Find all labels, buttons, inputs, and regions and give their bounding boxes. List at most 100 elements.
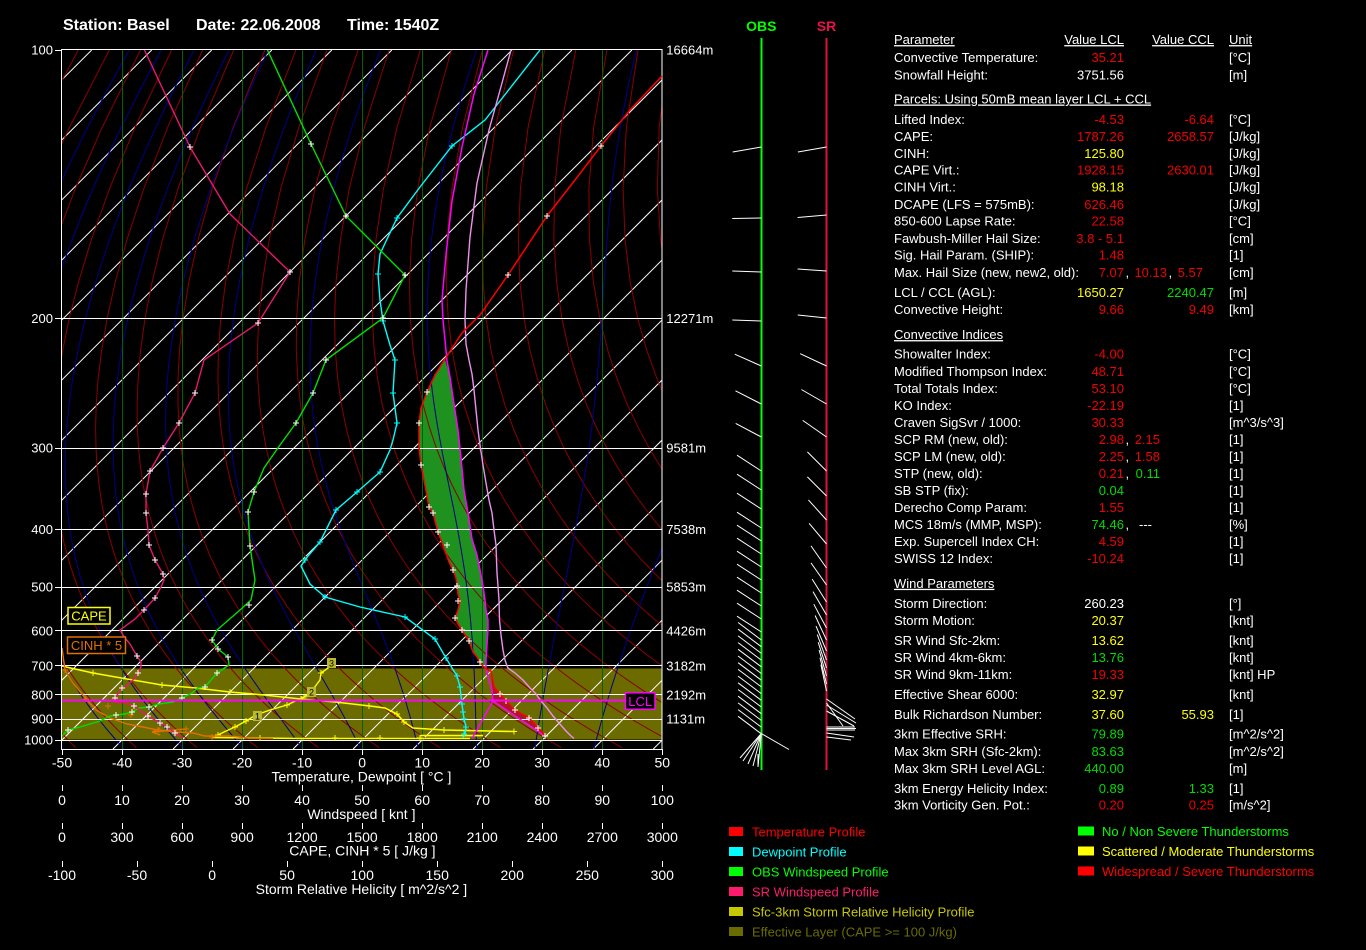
svg-text:2.15: 2.15 (1135, 432, 1160, 447)
svg-text:300: 300 (110, 829, 134, 845)
svg-text:300: 300 (651, 867, 675, 883)
svg-text:400: 400 (31, 522, 53, 537)
svg-text:3: 3 (329, 659, 334, 669)
svg-text:,: , (1126, 517, 1130, 532)
svg-text:7538m: 7538m (666, 522, 706, 537)
svg-text:STP (new, old):: STP (new, old): (894, 466, 983, 481)
svg-text:700: 700 (31, 658, 53, 673)
svg-text:2.25: 2.25 (1099, 449, 1124, 464)
svg-text:0: 0 (208, 867, 216, 883)
svg-text:[J/kg]: [J/kg] (1229, 129, 1260, 144)
svg-text:-100: -100 (48, 867, 76, 883)
svg-text:,: , (1126, 466, 1130, 481)
svg-text:-50: -50 (127, 867, 147, 883)
svg-text:2658.57: 2658.57 (1167, 129, 1214, 144)
svg-text:Derecho Comp Param:: Derecho Comp Param: (894, 500, 1027, 515)
svg-text:-10.24: -10.24 (1087, 551, 1124, 566)
svg-text:SCP RM (new, old):: SCP RM (new, old): (894, 432, 1008, 447)
svg-text:2100: 2100 (467, 829, 498, 845)
svg-text:[1]: [1] (1229, 483, 1243, 498)
svg-text:-4.00: -4.00 (1094, 347, 1124, 362)
svg-text:SR Wind Sfc-2km:: SR Wind Sfc-2km: (894, 633, 1000, 648)
svg-text:3182m: 3182m (666, 658, 706, 673)
svg-text:0: 0 (58, 792, 66, 808)
svg-text:[J/kg]: [J/kg] (1229, 146, 1260, 161)
svg-text:[cm]: [cm] (1229, 231, 1254, 246)
svg-text:90: 90 (595, 792, 611, 808)
svg-text:Bulk Richardson Number:: Bulk Richardson Number: (894, 707, 1042, 722)
svg-text:[knt]: [knt] (1229, 613, 1254, 628)
svg-text:[m^2/s^2]: [m^2/s^2] (1229, 744, 1284, 759)
svg-text:98.18: 98.18 (1091, 180, 1124, 195)
svg-text:260.23: 260.23 (1084, 596, 1124, 611)
svg-text:SWISS 12 Index:: SWISS 12 Index: (894, 551, 993, 566)
svg-text:2240.47: 2240.47 (1167, 285, 1214, 300)
svg-text:OBS: OBS (746, 18, 776, 34)
svg-text:48.71: 48.71 (1091, 364, 1124, 379)
svg-text:[m]: [m] (1229, 68, 1247, 83)
svg-text:Convective Temperature:: Convective Temperature: (894, 50, 1038, 65)
svg-text:3km Vorticity Gen. Pot.:: 3km Vorticity Gen. Pot.: (894, 798, 1030, 813)
svg-text:CINH:: CINH: (894, 146, 929, 161)
svg-text:9.66: 9.66 (1099, 302, 1124, 317)
svg-text:2630.01: 2630.01 (1167, 163, 1214, 178)
svg-text:70: 70 (474, 792, 490, 808)
svg-text:[J/kg]: [J/kg] (1229, 197, 1260, 212)
svg-text:0.20: 0.20 (1099, 798, 1124, 813)
svg-text:74.46: 74.46 (1091, 517, 1124, 532)
svg-text:Sfc-3km Storm Relative Helicit: Sfc-3km Storm Relative Helicity Profile (752, 905, 975, 920)
svg-text:CAPE:: CAPE: (894, 129, 933, 144)
svg-text:[m^2/s^2]: [m^2/s^2] (1229, 727, 1284, 742)
svg-text:600: 600 (31, 624, 53, 639)
svg-text:[1]: [1] (1229, 707, 1243, 722)
svg-text:1.55: 1.55 (1099, 500, 1124, 515)
svg-text:Station: Basel: Station: Basel (63, 17, 170, 34)
svg-text:-40: -40 (112, 755, 132, 771)
svg-text:SR Wind 4km-6km:: SR Wind 4km-6km: (894, 650, 1006, 665)
svg-text:CAPE: CAPE (71, 609, 107, 624)
svg-text:600: 600 (170, 829, 194, 845)
svg-text:1000: 1000 (24, 733, 53, 748)
svg-text:3km Energy Helicity Index:: 3km Energy Helicity Index: (894, 781, 1048, 796)
svg-text:300: 300 (31, 441, 53, 456)
svg-text:626.46: 626.46 (1084, 197, 1124, 212)
svg-text:2.98: 2.98 (1099, 432, 1124, 447)
svg-text:[km]: [km] (1229, 302, 1254, 317)
svg-text:[°C]: [°C] (1229, 112, 1251, 127)
svg-text:100: 100 (31, 43, 53, 58)
svg-text:0.21: 0.21 (1099, 466, 1124, 481)
svg-text:1.58: 1.58 (1135, 449, 1160, 464)
svg-text:Modified Thompson Index:: Modified Thompson Index: (894, 364, 1047, 379)
svg-text:[%]: [%] (1229, 517, 1248, 532)
svg-text:3.8 - 5.1: 3.8 - 5.1 (1076, 231, 1124, 246)
svg-text:30: 30 (234, 792, 250, 808)
svg-text:440.00: 440.00 (1084, 761, 1124, 776)
svg-text:-20: -20 (232, 755, 252, 771)
svg-text:60: 60 (414, 792, 430, 808)
svg-text:[m]: [m] (1229, 285, 1247, 300)
svg-text:[knt]: [knt] (1229, 687, 1254, 702)
svg-text:SCP LM (new, old):: SCP LM (new, old): (894, 449, 1006, 464)
svg-text:CAPE Virt.:: CAPE Virt.: (894, 163, 960, 178)
svg-text:2700: 2700 (587, 829, 618, 845)
svg-text:[°C]: [°C] (1229, 364, 1251, 379)
svg-text:13.62: 13.62 (1091, 633, 1124, 648)
svg-text:500: 500 (31, 580, 53, 595)
svg-text:16664m: 16664m (666, 43, 713, 58)
svg-text:CINH Virt.:: CINH Virt.: (894, 180, 956, 195)
svg-text:37.60: 37.60 (1091, 707, 1124, 722)
svg-text:Showalter Index:: Showalter Index: (894, 347, 991, 362)
svg-text:100: 100 (651, 792, 675, 808)
svg-text:[1]: [1] (1229, 534, 1243, 549)
svg-text:,: , (1126, 265, 1130, 280)
svg-text:Storm Motion:: Storm Motion: (894, 613, 975, 628)
svg-text:SR Windspeed Profile: SR Windspeed Profile (752, 885, 879, 900)
svg-text:Scattered / Moderate Thunderst: Scattered / Moderate Thunderstorms (1102, 844, 1315, 859)
svg-text:MCS 18m/s (MMP, MSP):: MCS 18m/s (MMP, MSP): (894, 517, 1042, 532)
svg-text:3000: 3000 (647, 829, 678, 845)
svg-text:12271m: 12271m (666, 311, 713, 326)
svg-text:1: 1 (255, 712, 260, 722)
svg-text:Snowfall Height:: Snowfall Height: (894, 68, 988, 83)
svg-text:DCAPE (LFS = 575mB):: DCAPE (LFS = 575mB): (894, 197, 1035, 212)
svg-text:Wind Parameters: Wind Parameters (894, 576, 995, 591)
